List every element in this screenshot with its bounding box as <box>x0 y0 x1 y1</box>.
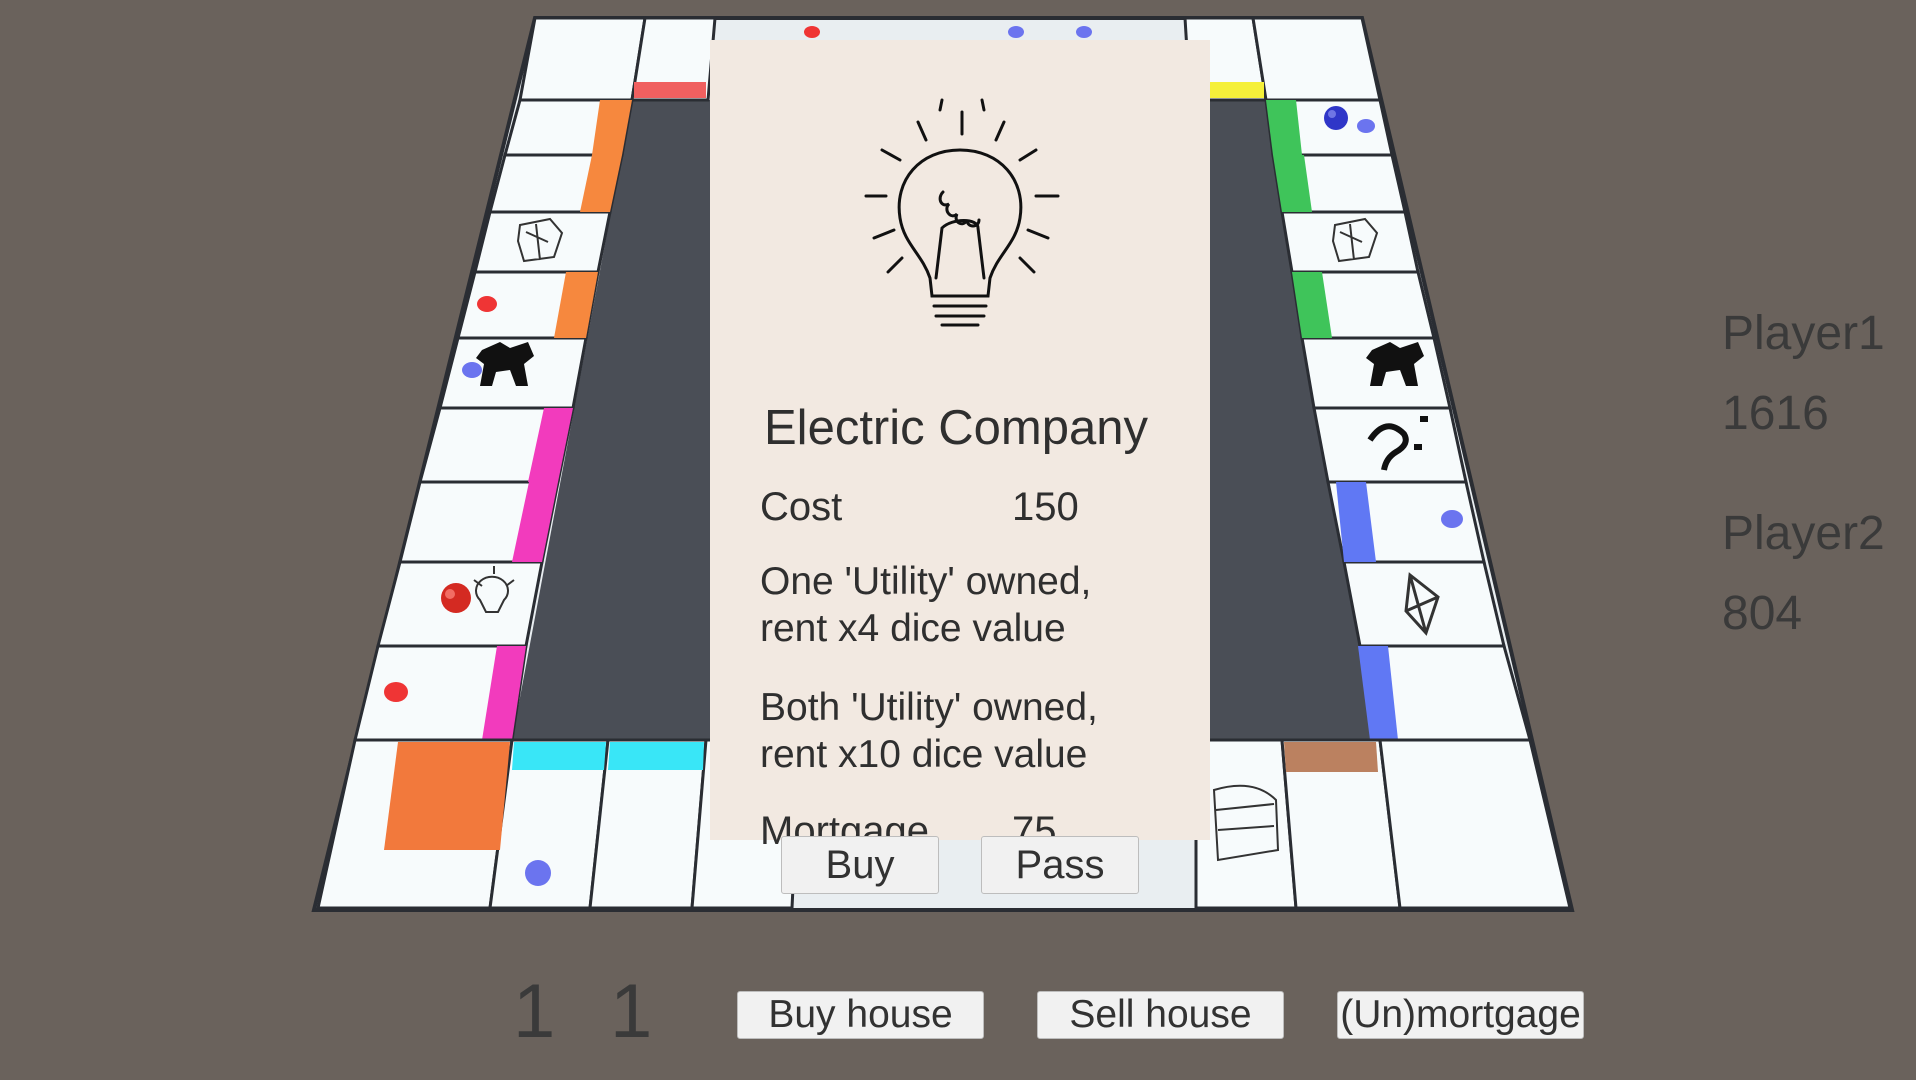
owner-dot <box>477 296 497 312</box>
owner-dot <box>1076 26 1092 38</box>
color-strip-cyan <box>512 742 606 770</box>
pass-button[interactable]: Pass <box>981 836 1139 894</box>
board-tile[interactable] <box>1312 406 1468 484</box>
player1-name: Player1 <box>1722 307 1885 360</box>
mortgage-button[interactable]: (Un)mortgage <box>1337 991 1584 1039</box>
dice-1-value: 1 <box>513 969 556 1054</box>
rule-text: rent x4 dice value <box>760 607 1066 650</box>
token-highlight <box>1328 110 1336 118</box>
question-mark-dot <box>1414 444 1422 450</box>
board-tile[interactable] <box>1378 738 1572 910</box>
board-tile[interactable] <box>518 16 647 102</box>
rent-rule-both-utilities: Both 'Utility' owned, rent x10 dice valu… <box>760 684 1098 778</box>
board-tile[interactable] <box>1251 16 1382 102</box>
owner-dot <box>525 860 551 886</box>
buy-button[interactable]: Buy <box>781 836 939 894</box>
sell-house-button[interactable]: Sell house <box>1037 991 1284 1039</box>
owner-dot <box>462 362 482 378</box>
property-title: Electric Company <box>764 401 1148 455</box>
cost-row: Cost 150 <box>760 484 1079 530</box>
rule-text: One 'Utility' owned, <box>760 560 1092 603</box>
buy-house-button[interactable]: Buy house <box>737 991 984 1039</box>
question-mark-dot <box>1420 416 1428 422</box>
rent-rule-one-utility: One 'Utility' owned, rent x4 dice value <box>760 558 1091 652</box>
owner-dot <box>1441 510 1463 528</box>
owner-dot <box>1357 119 1375 133</box>
token-highlight <box>445 589 455 599</box>
rule-text: Both 'Utility' owned, <box>760 686 1098 729</box>
player1-token[interactable] <box>441 583 471 613</box>
color-strip-cyan <box>608 742 704 770</box>
player2-money: 804 <box>1722 587 1803 640</box>
color-strip-brown <box>1284 742 1378 772</box>
rule-text: rent x10 dice value <box>760 733 1088 776</box>
player2-token[interactable] <box>1324 106 1348 130</box>
board-tile[interactable] <box>1194 738 1298 910</box>
player1-money: 1616 <box>1722 387 1829 440</box>
corner-square-orange <box>384 742 510 850</box>
owner-dot <box>384 682 408 702</box>
color-strip-red <box>634 82 706 98</box>
lightbulb-icon <box>864 98 1060 327</box>
player2-name: Player2 <box>1722 507 1885 560</box>
owner-dot <box>1008 26 1024 38</box>
color-strip-yellow <box>1208 82 1264 98</box>
cost-value: 150 <box>1012 485 1079 529</box>
property-card: Electric Company Cost 150 One 'Utility' … <box>710 40 1210 853</box>
dice-2-value: 1 <box>610 969 653 1054</box>
owner-dot <box>804 26 820 38</box>
cost-label: Cost <box>760 485 843 529</box>
